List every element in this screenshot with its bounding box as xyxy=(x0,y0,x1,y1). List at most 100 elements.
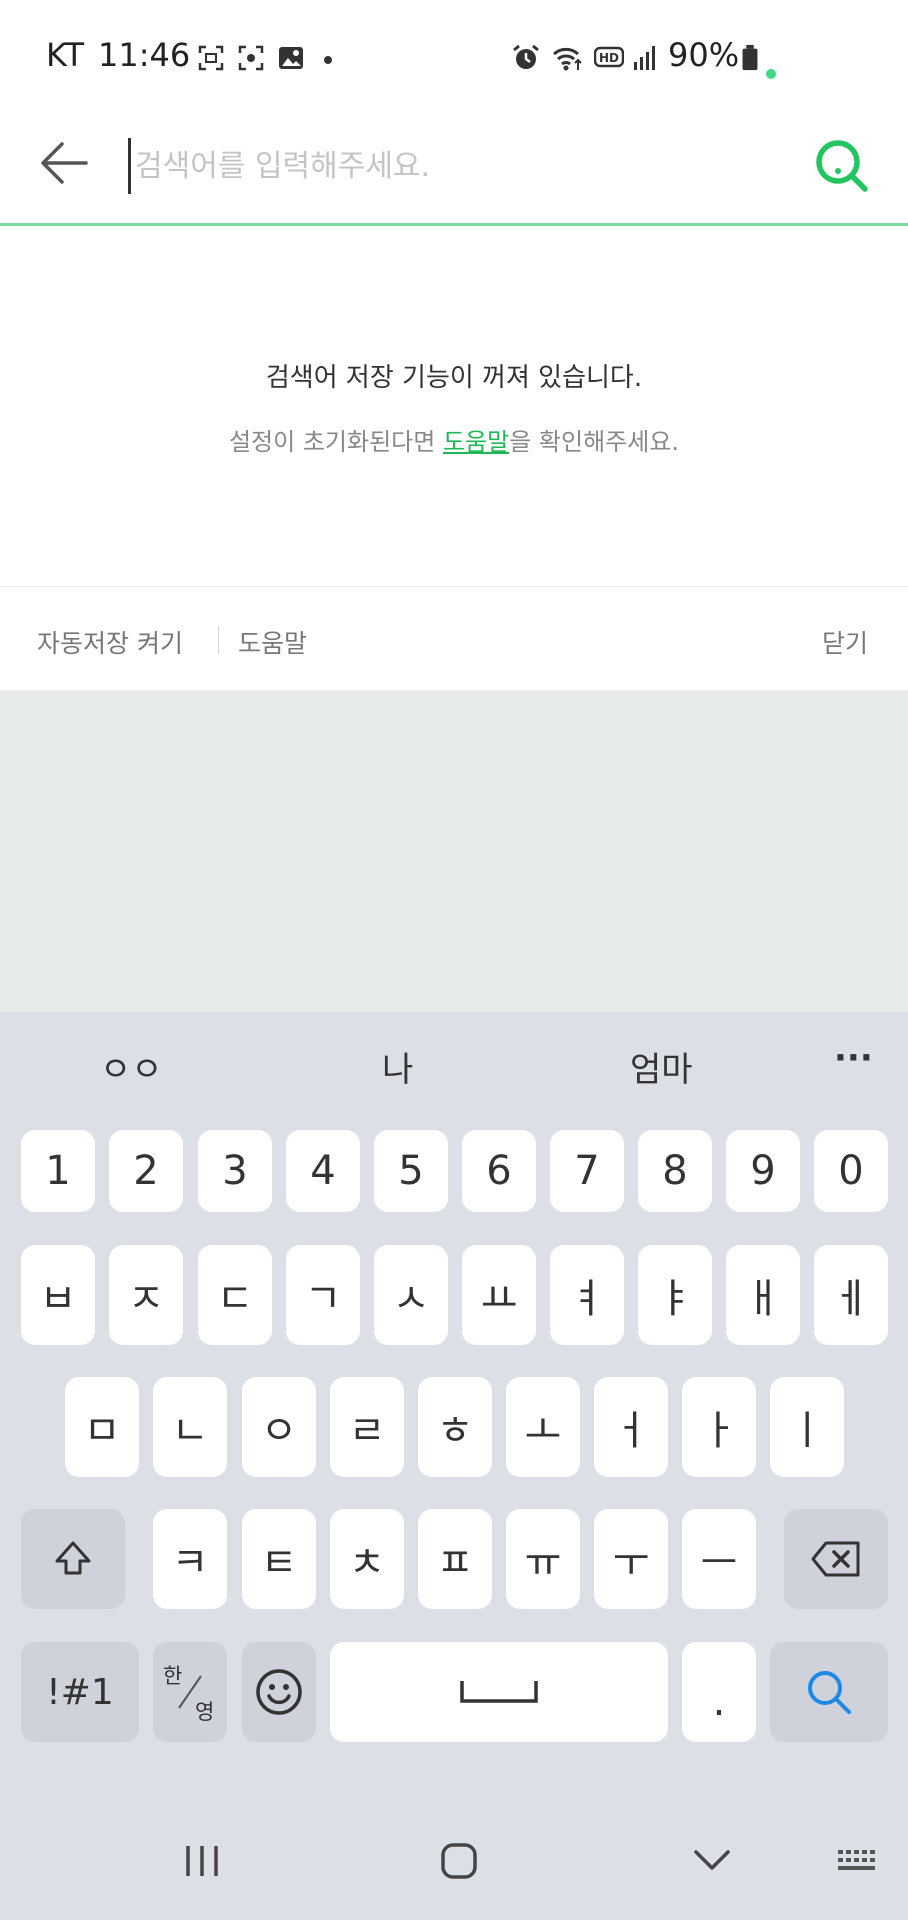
hide-keyboard-icon[interactable] xyxy=(690,1836,734,1886)
keyboard-switch-icon[interactable] xyxy=(834,1836,882,1886)
key-label: . xyxy=(712,1679,726,1725)
key-label: 0 xyxy=(838,1148,864,1194)
key-8[interactable]: 8 xyxy=(638,1130,712,1212)
key-eo[interactable]: ㅓ xyxy=(594,1377,668,1477)
key-label: ㄹ xyxy=(348,1408,386,1454)
keyboard-search-key[interactable] xyxy=(770,1642,888,1742)
home-icon[interactable] xyxy=(434,1836,484,1886)
key-label: ㅇ xyxy=(260,1408,298,1454)
key-ieung[interactable]: ㅇ xyxy=(242,1377,316,1477)
privacy-indicator-icon xyxy=(766,69,776,79)
suggestion-1[interactable]: ㅇㅇ xyxy=(100,1042,163,1091)
suggestion-2[interactable]: 나 xyxy=(382,1042,413,1091)
key-s[interactable]: ㅅ xyxy=(374,1245,448,1345)
key-k[interactable]: ㅋ xyxy=(153,1509,227,1609)
key-7[interactable]: 7 xyxy=(550,1130,624,1212)
key-r[interactable]: ㄹ xyxy=(330,1377,404,1477)
key-label: ㅍ xyxy=(436,1540,474,1586)
key-label: ㅔ xyxy=(832,1276,870,1322)
key-label: ㅋ xyxy=(171,1540,209,1586)
key-2[interactable]: 2 xyxy=(109,1130,183,1212)
key-label: 9 xyxy=(750,1148,776,1194)
battery-percent: 90% xyxy=(668,36,740,74)
key-label: 2 xyxy=(133,1148,159,1194)
period-key[interactable]: . xyxy=(682,1642,756,1742)
key-0[interactable]: 0 xyxy=(814,1130,888,1212)
key-label: ㅛ xyxy=(480,1276,518,1322)
screen-record-icon xyxy=(238,45,264,71)
search-history-notice: 검색어 저장 기능이 꺼져 있습니다. 설정이 초기화된다면 도움말을 확인해주… xyxy=(0,229,908,587)
key-m[interactable]: ㅁ xyxy=(65,1377,139,1477)
symbols-key[interactable]: !#1 xyxy=(21,1642,139,1742)
key-label: 3 xyxy=(222,1148,248,1194)
key-label: ㄷ xyxy=(216,1276,254,1322)
recent-apps-icon[interactable] xyxy=(182,1836,222,1886)
key-b[interactable]: ㅂ xyxy=(21,1245,95,1345)
key-5[interactable]: 5 xyxy=(374,1130,448,1212)
emoji-key[interactable] xyxy=(242,1642,316,1742)
key-6[interactable]: 6 xyxy=(462,1130,536,1212)
key-ae[interactable]: ㅐ xyxy=(726,1245,800,1345)
close-button[interactable]: 닫기 xyxy=(822,624,868,660)
language-switch-key[interactable]: 한 영 xyxy=(153,1642,227,1742)
key-1[interactable]: 1 xyxy=(21,1130,95,1212)
key-yo[interactable]: ㅛ xyxy=(462,1245,536,1345)
key-label: ㅜ xyxy=(612,1540,650,1586)
key-4[interactable]: 4 xyxy=(286,1130,360,1212)
key-p[interactable]: ㅍ xyxy=(418,1509,492,1609)
notice-sub-suffix: 을 확인해주세요. xyxy=(509,428,680,456)
clock: 11:46 xyxy=(98,36,191,74)
key-d[interactable]: ㄷ xyxy=(198,1245,272,1345)
key-u[interactable]: ㅜ xyxy=(594,1509,668,1609)
key-n[interactable]: ㄴ xyxy=(153,1377,227,1477)
back-icon[interactable] xyxy=(36,138,96,188)
search-icon[interactable] xyxy=(812,136,872,196)
key-9[interactable]: 9 xyxy=(726,1130,800,1212)
key-label: ㅓ xyxy=(612,1408,650,1454)
key-h[interactable]: ㅎ xyxy=(418,1377,492,1477)
history-footer: 자동저장 켜기 도움말 닫기 xyxy=(0,588,908,690)
search-input[interactable] xyxy=(128,138,768,194)
key-label: ㅂ xyxy=(39,1276,77,1322)
key-i[interactable]: ㅣ xyxy=(770,1377,844,1477)
key-label: 5 xyxy=(398,1148,424,1194)
key-e[interactable]: ㅔ xyxy=(814,1245,888,1345)
key-o[interactable]: ㅗ xyxy=(506,1377,580,1477)
key-eu[interactable]: ㅡ xyxy=(682,1509,756,1609)
key-yu[interactable]: ㅠ xyxy=(506,1509,580,1609)
key-label: ㅣ xyxy=(788,1408,826,1454)
key-g[interactable]: ㄱ xyxy=(286,1245,360,1345)
key-a[interactable]: ㅏ xyxy=(682,1377,756,1477)
suggestion-3[interactable]: 엄마 xyxy=(630,1042,693,1091)
key-label: ㅅ xyxy=(392,1276,430,1322)
svg-text:HD: HD xyxy=(599,51,619,65)
key-3[interactable]: 3 xyxy=(198,1130,272,1212)
key-label: ㅠ xyxy=(524,1540,562,1586)
autosave-toggle-button[interactable]: 자동저장 켜기 xyxy=(37,624,183,660)
signal-icon xyxy=(634,46,655,70)
alarm-icon xyxy=(513,44,539,69)
key-yeo[interactable]: ㅕ xyxy=(550,1245,624,1345)
key-ch[interactable]: ㅊ xyxy=(330,1509,404,1609)
search-header xyxy=(0,100,908,226)
shift-icon xyxy=(55,1541,91,1575)
key-label: ㅁ xyxy=(83,1408,121,1454)
key-ya[interactable]: ㅑ xyxy=(638,1245,712,1345)
more-suggestions-button[interactable]: ··· xyxy=(834,1038,873,1078)
shift-key[interactable] xyxy=(21,1509,125,1609)
backspace-key[interactable] xyxy=(784,1509,888,1609)
help-button[interactable]: 도움말 xyxy=(238,624,307,660)
key-t[interactable]: ㅌ xyxy=(242,1509,316,1609)
lang-bottom-label: 영 xyxy=(195,1700,215,1724)
help-link[interactable]: 도움말 xyxy=(443,428,509,456)
spacebar-key[interactable] xyxy=(330,1642,668,1742)
gallery-icon xyxy=(279,47,303,69)
emoji-icon xyxy=(256,1669,302,1715)
notice-title: 검색어 저장 기능이 꺼져 있습니다. xyxy=(265,363,643,393)
key-j[interactable]: ㅈ xyxy=(109,1245,183,1345)
key-label: ㅏ xyxy=(700,1408,738,1454)
empty-area xyxy=(0,690,908,1012)
key-label: 7 xyxy=(574,1148,600,1194)
keyboard: ㅇㅇ 나 엄마 ··· 1 2 3 4 5 6 7 8 9 0 ㅂ ㅈ ㄷ ㄱ … xyxy=(0,1012,908,1920)
key-label: !#1 xyxy=(46,1671,114,1713)
